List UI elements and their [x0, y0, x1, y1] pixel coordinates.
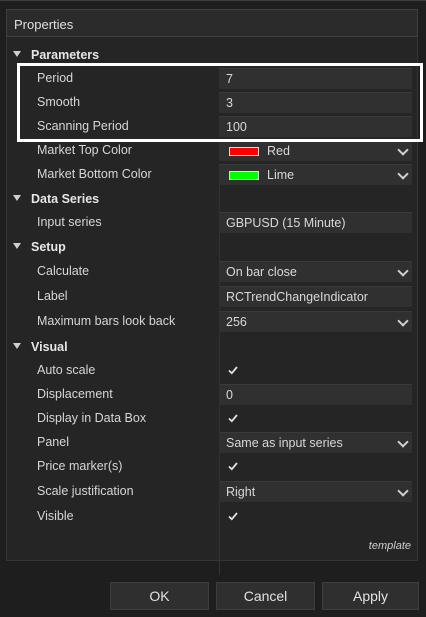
property-value: On bar close	[226, 265, 297, 279]
property-grid: Parameters Period 7 Smooth 3 Scanning Pe…	[6, 37, 419, 575]
property-label: Input series	[37, 215, 102, 229]
property-row-input-series: Input series GBPUSD (15 Minute)	[7, 211, 419, 235]
category-visual[interactable]: Visual	[7, 337, 419, 359]
chevron-down-icon[interactable]	[397, 485, 409, 497]
category-label: Data Series	[31, 192, 100, 206]
property-label: Auto scale	[37, 363, 96, 377]
period-input[interactable]: 7	[219, 68, 412, 89]
property-label: Visible	[37, 509, 74, 523]
scale-justification-dropdown[interactable]: Right	[219, 481, 412, 502]
property-value: Lime	[267, 168, 295, 182]
auto-scale-checkbox[interactable]	[227, 364, 239, 376]
property-value: 7	[226, 72, 233, 86]
property-row-panel: Panel Same as input series	[7, 431, 419, 455]
property-label: Label	[37, 289, 68, 303]
property-row-label: Label RCTrendChangeIndicator	[7, 285, 419, 309]
property-value: GBPUSD (15 Minute)	[226, 216, 346, 230]
property-label: Maximum bars look back	[37, 314, 176, 328]
title-bar: Properties	[6, 9, 418, 37]
calculate-dropdown[interactable]: On bar close	[219, 261, 412, 282]
input-series-field[interactable]: GBPUSD (15 Minute)	[219, 212, 412, 233]
property-row-market-bottom-color: Market Bottom Color Lime	[7, 163, 419, 187]
ok-button[interactable]: OK	[110, 582, 209, 610]
category-label: Setup	[31, 240, 66, 254]
property-row-visible: Visible	[7, 505, 419, 529]
chevron-down-icon[interactable]	[397, 265, 409, 277]
collapse-caret-icon[interactable]	[13, 195, 21, 201]
property-row-display-in-data-box: Display in Data Box	[7, 407, 419, 431]
property-row-market-top-color: Market Top Color Red	[7, 139, 419, 163]
apply-button[interactable]: Apply	[322, 582, 419, 610]
chevron-down-icon[interactable]	[397, 436, 409, 448]
collapse-caret-icon[interactable]	[13, 343, 21, 349]
property-value: RCTrendChangeIndicator	[226, 290, 368, 304]
category-data-series[interactable]: Data Series	[7, 189, 419, 211]
property-row-scale-justification: Scale justification Right	[7, 480, 419, 504]
category-setup[interactable]: Setup	[7, 237, 419, 259]
panel-dropdown[interactable]: Same as input series	[219, 432, 412, 453]
category-label: Visual	[31, 340, 68, 354]
collapse-caret-icon[interactable]	[13, 51, 21, 57]
property-label: Price marker(s)	[37, 459, 123, 473]
window-title: Properties	[14, 17, 74, 32]
color-swatch	[229, 147, 259, 156]
property-value: 100	[226, 120, 247, 134]
template-link[interactable]: template	[369, 540, 411, 552]
property-label: Market Bottom Color	[37, 167, 152, 181]
property-value: 3	[226, 96, 233, 110]
chevron-down-icon[interactable]	[397, 168, 409, 180]
property-value: Same as input series	[226, 436, 343, 450]
property-label: Market Top Color	[37, 143, 132, 157]
price-markers-checkbox[interactable]	[227, 460, 239, 472]
label-input[interactable]: RCTrendChangeIndicator	[219, 286, 412, 307]
property-value: 256	[226, 315, 247, 329]
property-label: Smooth	[37, 95, 81, 109]
display-in-data-box-checkbox[interactable]	[227, 412, 239, 424]
collapse-caret-icon[interactable]	[13, 243, 21, 249]
visible-checkbox[interactable]	[227, 510, 239, 522]
property-label: Period	[37, 71, 74, 85]
maximum-bars-look-back-dropdown[interactable]: 256	[219, 311, 412, 332]
properties-window: Properties Parameters Period 7 Smooth 3 …	[0, 0, 426, 617]
displacement-input[interactable]: 0	[219, 384, 412, 405]
market-bottom-color-dropdown[interactable]: Lime	[219, 164, 412, 185]
property-label: Calculate	[37, 264, 90, 278]
color-swatch	[229, 171, 259, 180]
property-value: Red	[267, 144, 290, 158]
property-label: Scale justification	[37, 484, 134, 498]
cancel-button[interactable]: Cancel	[216, 582, 315, 610]
property-row-maximum-bars-look-back: Maximum bars look back 256	[7, 310, 419, 334]
property-label: Scanning Period	[37, 119, 129, 133]
property-value: Right	[226, 485, 256, 499]
property-label: Display in Data Box	[37, 411, 147, 425]
property-label: Displacement	[37, 387, 113, 401]
property-row-auto-scale: Auto scale	[7, 359, 419, 383]
property-row-calculate: Calculate On bar close	[7, 260, 419, 284]
scanning-period-input[interactable]: 100	[219, 116, 412, 137]
chevron-down-icon[interactable]	[397, 315, 409, 327]
window-border	[0, 0, 426, 1]
property-row-period: Period 7	[7, 67, 419, 91]
property-row-price-markers: Price marker(s)	[7, 455, 419, 479]
category-label: Parameters	[31, 48, 100, 62]
property-value: 0	[226, 388, 233, 402]
property-label: Panel	[37, 435, 69, 449]
property-row-smooth: Smooth 3	[7, 91, 419, 115]
category-parameters[interactable]: Parameters	[7, 45, 419, 67]
smooth-input[interactable]: 3	[219, 92, 412, 113]
market-top-color-dropdown[interactable]: Red	[219, 140, 412, 161]
property-row-scanning-period: Scanning Period 100	[7, 115, 419, 139]
property-row-displacement: Displacement 0	[7, 383, 419, 407]
chevron-down-icon[interactable]	[397, 144, 409, 156]
